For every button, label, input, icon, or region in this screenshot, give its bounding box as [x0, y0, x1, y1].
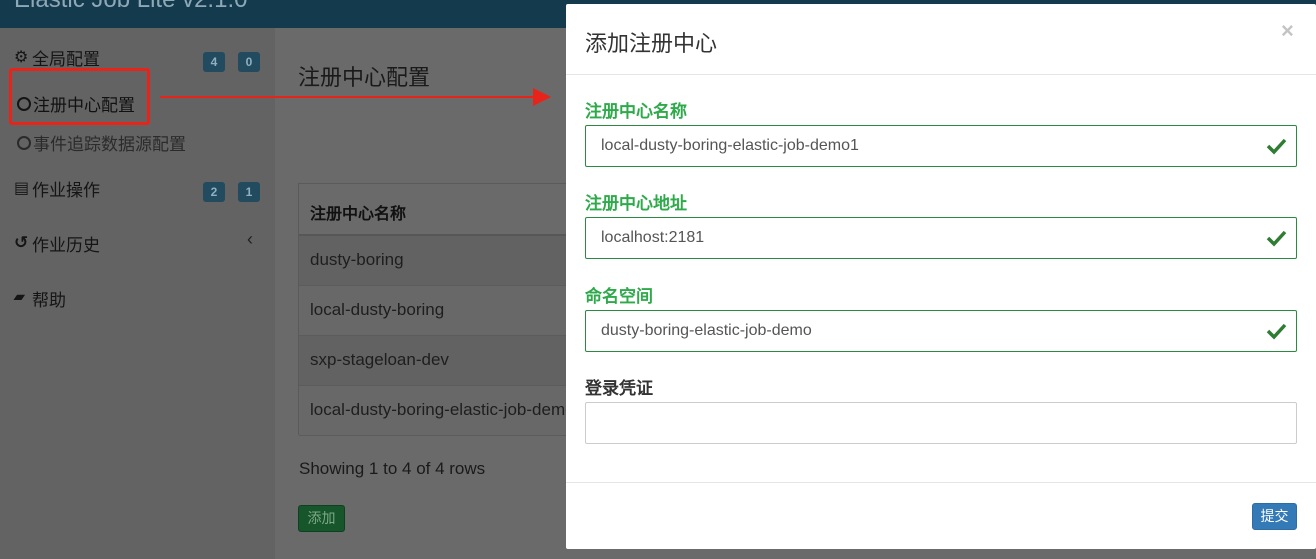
annotation-arrow: [160, 96, 538, 98]
namespace-input[interactable]: [585, 310, 1297, 352]
annotation-highlight-box: [9, 68, 150, 125]
table-cell: local-dusty-boring-elastic-job-demo1: [310, 400, 585, 419]
namespace-label: 命名空间: [585, 287, 653, 306]
sidebar-item-label: 事件追踪数据源配置: [33, 135, 186, 154]
close-icon[interactable]: ×: [1281, 18, 1294, 44]
sidebar-item-label: 作业操作: [32, 181, 100, 200]
modal-header: 添加注册中心 ×: [566, 4, 1316, 75]
history-icon: [14, 233, 30, 253]
count-badge: 1: [238, 182, 260, 202]
table-row[interactable]: local-dusty-boring-elastic-job-demo1: [299, 386, 584, 436]
table-cell: local-dusty-boring: [310, 300, 445, 319]
sidebar-item-label: 作业历史: [32, 236, 100, 255]
table-cell: dusty-boring: [310, 250, 404, 269]
list-icon: [14, 178, 30, 198]
check-icon: [1266, 323, 1287, 340]
modal-title: 添加注册中心: [585, 32, 718, 57]
submit-button[interactable]: 提交: [1252, 503, 1297, 530]
sidebar-item-help[interactable]: 帮助: [14, 286, 66, 311]
add-registry-modal: 添加注册中心 × 注册中心名称 注册中心地址 命名空间 登录凭证 提交: [566, 4, 1316, 549]
column-header-name: 注册中心名称: [310, 206, 407, 223]
modal-footer: [566, 482, 1316, 549]
gear-icon: [14, 47, 30, 67]
registry-name-label: 注册中心名称: [585, 102, 687, 121]
add-button[interactable]: 添加: [298, 505, 345, 532]
check-icon: [1266, 138, 1287, 155]
annotation-arrow-head: [533, 88, 551, 106]
count-badge: 0: [238, 52, 260, 72]
count-badge: 4: [203, 52, 225, 72]
chevron-left-icon[interactable]: ‹: [247, 229, 253, 250]
credential-label: 登录凭证: [585, 379, 653, 398]
circle-icon: [17, 135, 31, 150]
table-row[interactable]: sxp-stageloan-dev: [299, 336, 579, 386]
page-title: 注册中心配置: [298, 66, 431, 91]
registry-address-label: 注册中心地址: [585, 194, 687, 213]
pagination-info: Showing 1 to 4 of 4 rows: [299, 459, 486, 478]
sidebar-item-job-history[interactable]: 作业历史: [14, 231, 100, 256]
sidebar-item-job-ops[interactable]: 作业操作: [14, 176, 100, 201]
count-badge: 2: [203, 182, 225, 202]
registry-table: 注册中心名称 dusty-boring local-dusty-boring s…: [298, 183, 584, 436]
table-row[interactable]: dusty-boring: [299, 236, 579, 286]
sidebar-item-label: 帮助: [32, 291, 66, 310]
app-title: Elastic Job Lite v2.1.0: [14, 0, 247, 14]
table-header: 注册中心名称: [299, 184, 579, 236]
registry-name-input[interactable]: [585, 125, 1297, 167]
check-icon: [1266, 230, 1287, 247]
table-cell: sxp-stageloan-dev: [310, 350, 449, 369]
book-icon: [14, 291, 30, 307]
sidebar-item-global-config[interactable]: 全局配置: [14, 45, 100, 70]
sidebar-item-event-trace-config[interactable]: 事件追踪数据源配置: [17, 130, 186, 155]
credential-input[interactable]: [585, 402, 1297, 444]
sidebar-item-label: 全局配置: [32, 50, 100, 69]
registry-address-input[interactable]: [585, 217, 1297, 259]
table-row[interactable]: local-dusty-boring: [299, 286, 579, 336]
